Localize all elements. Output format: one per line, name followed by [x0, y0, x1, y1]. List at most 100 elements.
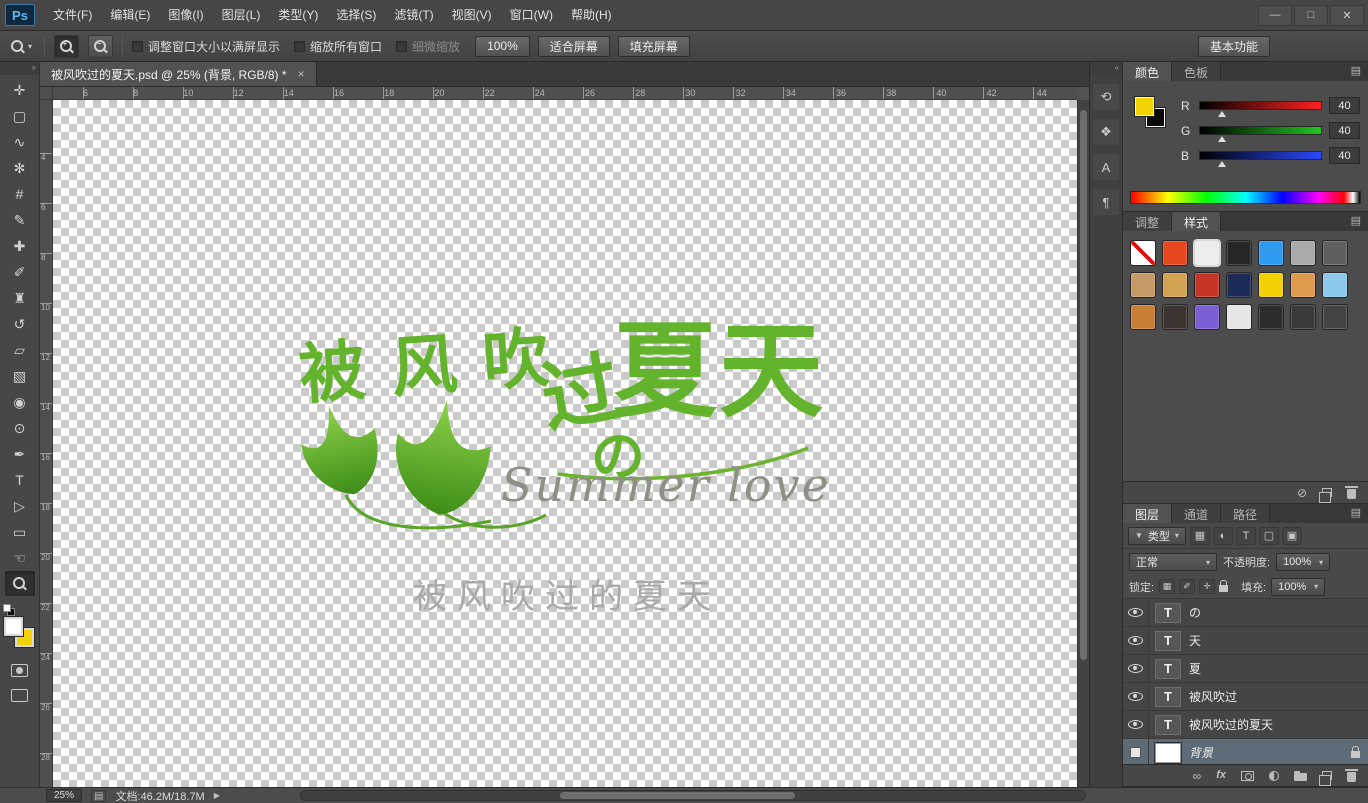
status-flyout-arrow[interactable]: ▶ [214, 791, 220, 800]
layer-visibility-eye-icon[interactable] [1123, 711, 1149, 738]
tab-layers[interactable]: 图层 [1123, 504, 1173, 523]
style-swatch[interactable] [1194, 272, 1220, 298]
eraser-tool[interactable]: ▱ [5, 337, 35, 362]
zoom-level-field[interactable]: 25% [46, 789, 83, 802]
fill-field[interactable]: 100% ▾ [1271, 577, 1326, 596]
layer-visibility-eye-icon[interactable] [1123, 627, 1149, 654]
fill-screen-button[interactable]: 填充屏幕 [617, 35, 690, 57]
layer-style-fx-icon[interactable]: fx [1216, 770, 1226, 781]
delete-style-icon[interactable] [1345, 486, 1358, 499]
style-swatch[interactable] [1226, 304, 1252, 330]
zoom-in-button[interactable]: + [54, 34, 80, 58]
canvas[interactable]: 被风吹 过 夏天 の Summer love 被风吹过的夏天 [53, 100, 1077, 787]
screen-mode-button[interactable] [5, 683, 35, 708]
option-checkbox[interactable]: 缩放所有窗口 [294, 38, 382, 55]
collapse-tools-icon[interactable]: » [0, 62, 39, 75]
expand-panels-icon[interactable]: « [1090, 62, 1122, 75]
lock-all-icon[interactable] [1219, 580, 1229, 592]
blur-tool[interactable]: ◉ [5, 389, 35, 414]
character-panel-icon[interactable]: A [1093, 154, 1119, 180]
tab-swatches[interactable]: 色板 [1172, 62, 1222, 81]
menu-item[interactable]: 选择(S) [327, 0, 385, 30]
zoom-100-button[interactable]: 100% [475, 35, 530, 57]
vertical-ruler[interactable]: 4 6 8 10 12 14 16 18 20 22 24 26 28 [40, 100, 53, 787]
maximize-button[interactable]: □ [1294, 4, 1328, 26]
menu-item[interactable]: 滤镜(T) [385, 0, 442, 30]
menu-item[interactable]: 图像(I) [159, 0, 212, 30]
type-tool[interactable]: T [5, 467, 35, 492]
style-swatch[interactable] [1322, 240, 1348, 266]
quick-mask-button[interactable] [5, 658, 35, 683]
menu-item[interactable]: 类型(Y) [269, 0, 327, 30]
rectangle-tool[interactable]: ▭ [5, 519, 35, 544]
style-swatch[interactable] [1194, 304, 1220, 330]
lasso-tool[interactable]: ∿ [5, 129, 35, 154]
style-swatch[interactable] [1226, 240, 1252, 266]
layer-visibility-eye-icon[interactable] [1123, 683, 1149, 710]
style-swatch[interactable] [1130, 304, 1156, 330]
layer-visibility-checkbox[interactable] [1123, 739, 1149, 764]
path-selection-tool[interactable]: ▷ [5, 493, 35, 518]
photoshop-logo[interactable]: Ps [5, 4, 35, 26]
gradient-tool[interactable]: ▧ [5, 363, 35, 388]
tab-color[interactable]: 颜色 [1123, 62, 1173, 81]
zoom-out-button[interactable]: − [88, 34, 114, 58]
document-tab[interactable]: 被风吹过的夏天.psd @ 25% (背景, RGB/8) * × [40, 62, 317, 86]
link-layers-icon[interactable]: ∞ [1193, 770, 1202, 782]
layer-filter-type-dropdown[interactable]: ▼ 类型 ▾ [1128, 526, 1186, 545]
lock-position-icon[interactable]: ✛ [1199, 579, 1216, 594]
filter-smart-objects-icon[interactable]: ▣ [1281, 526, 1302, 545]
style-swatch[interactable] [1130, 240, 1156, 266]
filter-shape-layers-icon[interactable]: ▢ [1258, 526, 1279, 545]
close-tab-icon[interactable]: × [298, 67, 305, 81]
tab-paths[interactable]: 路径 [1221, 504, 1271, 523]
style-swatch[interactable] [1258, 304, 1284, 330]
minimize-button[interactable]: — [1258, 4, 1292, 26]
style-swatch[interactable] [1258, 272, 1284, 298]
menu-item[interactable]: 视图(V) [443, 0, 501, 30]
layer-row[interactable]: T天 [1123, 627, 1368, 655]
menu-item[interactable]: 窗口(W) [501, 0, 562, 30]
spot-healing-brush-tool[interactable]: ✚ [5, 233, 35, 258]
clone-source-panel-icon[interactable]: ❖ [1093, 119, 1119, 145]
quick-selection-tool[interactable]: ✻ [5, 155, 35, 180]
rectangular-marquee-tool[interactable]: ▢ [5, 103, 35, 128]
new-adjustment-layer-icon[interactable] [1269, 770, 1279, 781]
menu-item[interactable]: 文件(F) [44, 0, 101, 30]
color-value-b[interactable]: 40 [1329, 147, 1360, 164]
paragraph-panel-icon[interactable]: ¶ [1093, 189, 1119, 215]
lock-transparency-icon[interactable]: ▦ [1159, 579, 1176, 594]
style-swatch[interactable] [1226, 272, 1252, 298]
color-value-g[interactable]: 40 [1329, 122, 1360, 139]
style-swatch[interactable] [1322, 272, 1348, 298]
color-value-r[interactable]: 40 [1329, 97, 1360, 114]
tab-styles[interactable]: 样式 [1172, 212, 1222, 231]
checkbox-icon[interactable] [132, 40, 144, 52]
color-panel-foreground-swatch[interactable] [1135, 97, 1154, 116]
add-layer-mask-icon[interactable] [1241, 770, 1254, 781]
style-swatch[interactable] [1290, 240, 1316, 266]
panel-menu-icon[interactable]: ▤ [1344, 212, 1368, 231]
color-slider-b[interactable] [1199, 151, 1322, 167]
color-slider-g[interactable] [1199, 126, 1322, 142]
horizontal-ruler[interactable]: 6 8 10 12 14 16 18 20 22 24 26 28 30 32 34 36 38 40 42 44 [53, 87, 1077, 100]
brush-tool[interactable]: ✐ [5, 259, 35, 284]
zoom-tool[interactable] [4, 571, 35, 596]
style-swatch[interactable] [1290, 272, 1316, 298]
new-layer-icon[interactable] [1319, 771, 1332, 786]
history-panel-icon[interactable]: ⟲ [1093, 84, 1119, 110]
eyedropper-tool[interactable]: ✎ [5, 207, 35, 232]
clone-stamp-tool[interactable]: ♜ [5, 285, 35, 310]
blend-mode-dropdown[interactable]: 正常 ▾ [1129, 553, 1217, 571]
new-group-icon[interactable] [1294, 771, 1307, 781]
layer-row[interactable]: T 被风吹过的夏天 [1123, 711, 1368, 739]
crop-tool[interactable]: # [5, 181, 35, 206]
clear-style-icon[interactable]: ⊘ [1297, 487, 1307, 499]
layer-visibility-eye-icon[interactable] [1123, 599, 1149, 626]
layer-row[interactable]: T夏 [1123, 655, 1368, 683]
workspace-switcher[interactable]: 基本功能 [1197, 35, 1270, 57]
fit-screen-button[interactable]: 适合屏幕 [537, 35, 610, 57]
history-brush-tool[interactable]: ↺ [5, 311, 35, 336]
layer-row[interactable]: 背景 [1123, 739, 1368, 764]
dodge-tool[interactable]: ⊙ [5, 415, 35, 440]
